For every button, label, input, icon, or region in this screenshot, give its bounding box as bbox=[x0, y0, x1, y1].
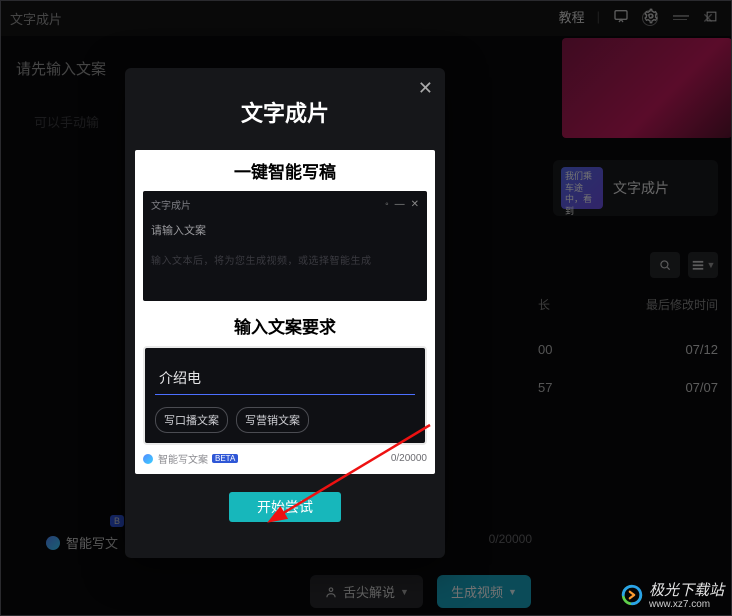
watermark-url: www.xz7.com bbox=[649, 600, 724, 610]
mock-app-preview-1: 文字成片 ◦ — ✕ 请输入文案 输入文本后，将为您生成视频，或选择智能生成 bbox=[143, 191, 427, 301]
mock-help-icon: ◦ bbox=[385, 199, 389, 210]
mock-char-counter: 0/20000 bbox=[391, 453, 427, 464]
watermark-logo-icon bbox=[621, 584, 643, 606]
section-heading-2: 输入文案要求 bbox=[143, 313, 427, 338]
mock-footer-label: 智能写文案 bbox=[158, 451, 208, 466]
mock-min-icon: — bbox=[395, 199, 405, 210]
mock-input-field[interactable]: 介绍电 bbox=[155, 362, 415, 395]
start-try-button[interactable]: 开始尝试 bbox=[229, 492, 341, 522]
modal-close-button[interactable]: ✕ bbox=[418, 78, 433, 99]
chip-marketing-copy[interactable]: 写营销文案 bbox=[236, 407, 309, 433]
mock-hint: 输入文本后，将为您生成视频，或选择智能生成 bbox=[151, 252, 419, 267]
watermark: 极光下载站 www.xz7.com bbox=[621, 579, 724, 610]
mock-close-icon: ✕ bbox=[411, 199, 419, 210]
section-heading-1: 一键智能写稿 bbox=[143, 158, 427, 183]
mock-footer: 智能写文案 BETA 0/20000 bbox=[143, 451, 427, 466]
onboarding-modal: ✕ 文字成片 一键智能写稿 文字成片 ◦ — ✕ 请输入文案 输入文本后，将为您… bbox=[125, 68, 445, 558]
mock-app-preview-2: 介绍电 写口播文案 写营销文案 bbox=[143, 346, 427, 445]
chip-oral-copy[interactable]: 写口播文案 bbox=[155, 407, 228, 433]
beta-badge: BETA bbox=[212, 454, 238, 463]
ai-dot-icon bbox=[143, 454, 153, 464]
mock-title: 文字成片 bbox=[151, 197, 379, 212]
modal-title: 文字成片 bbox=[135, 96, 435, 128]
watermark-name: 极光下载站 bbox=[649, 582, 724, 599]
mock-prompt: 请输入文案 bbox=[151, 222, 419, 238]
modal-body: 一键智能写稿 文字成片 ◦ — ✕ 请输入文案 输入文本后，将为您生成视频，或选… bbox=[135, 150, 435, 474]
